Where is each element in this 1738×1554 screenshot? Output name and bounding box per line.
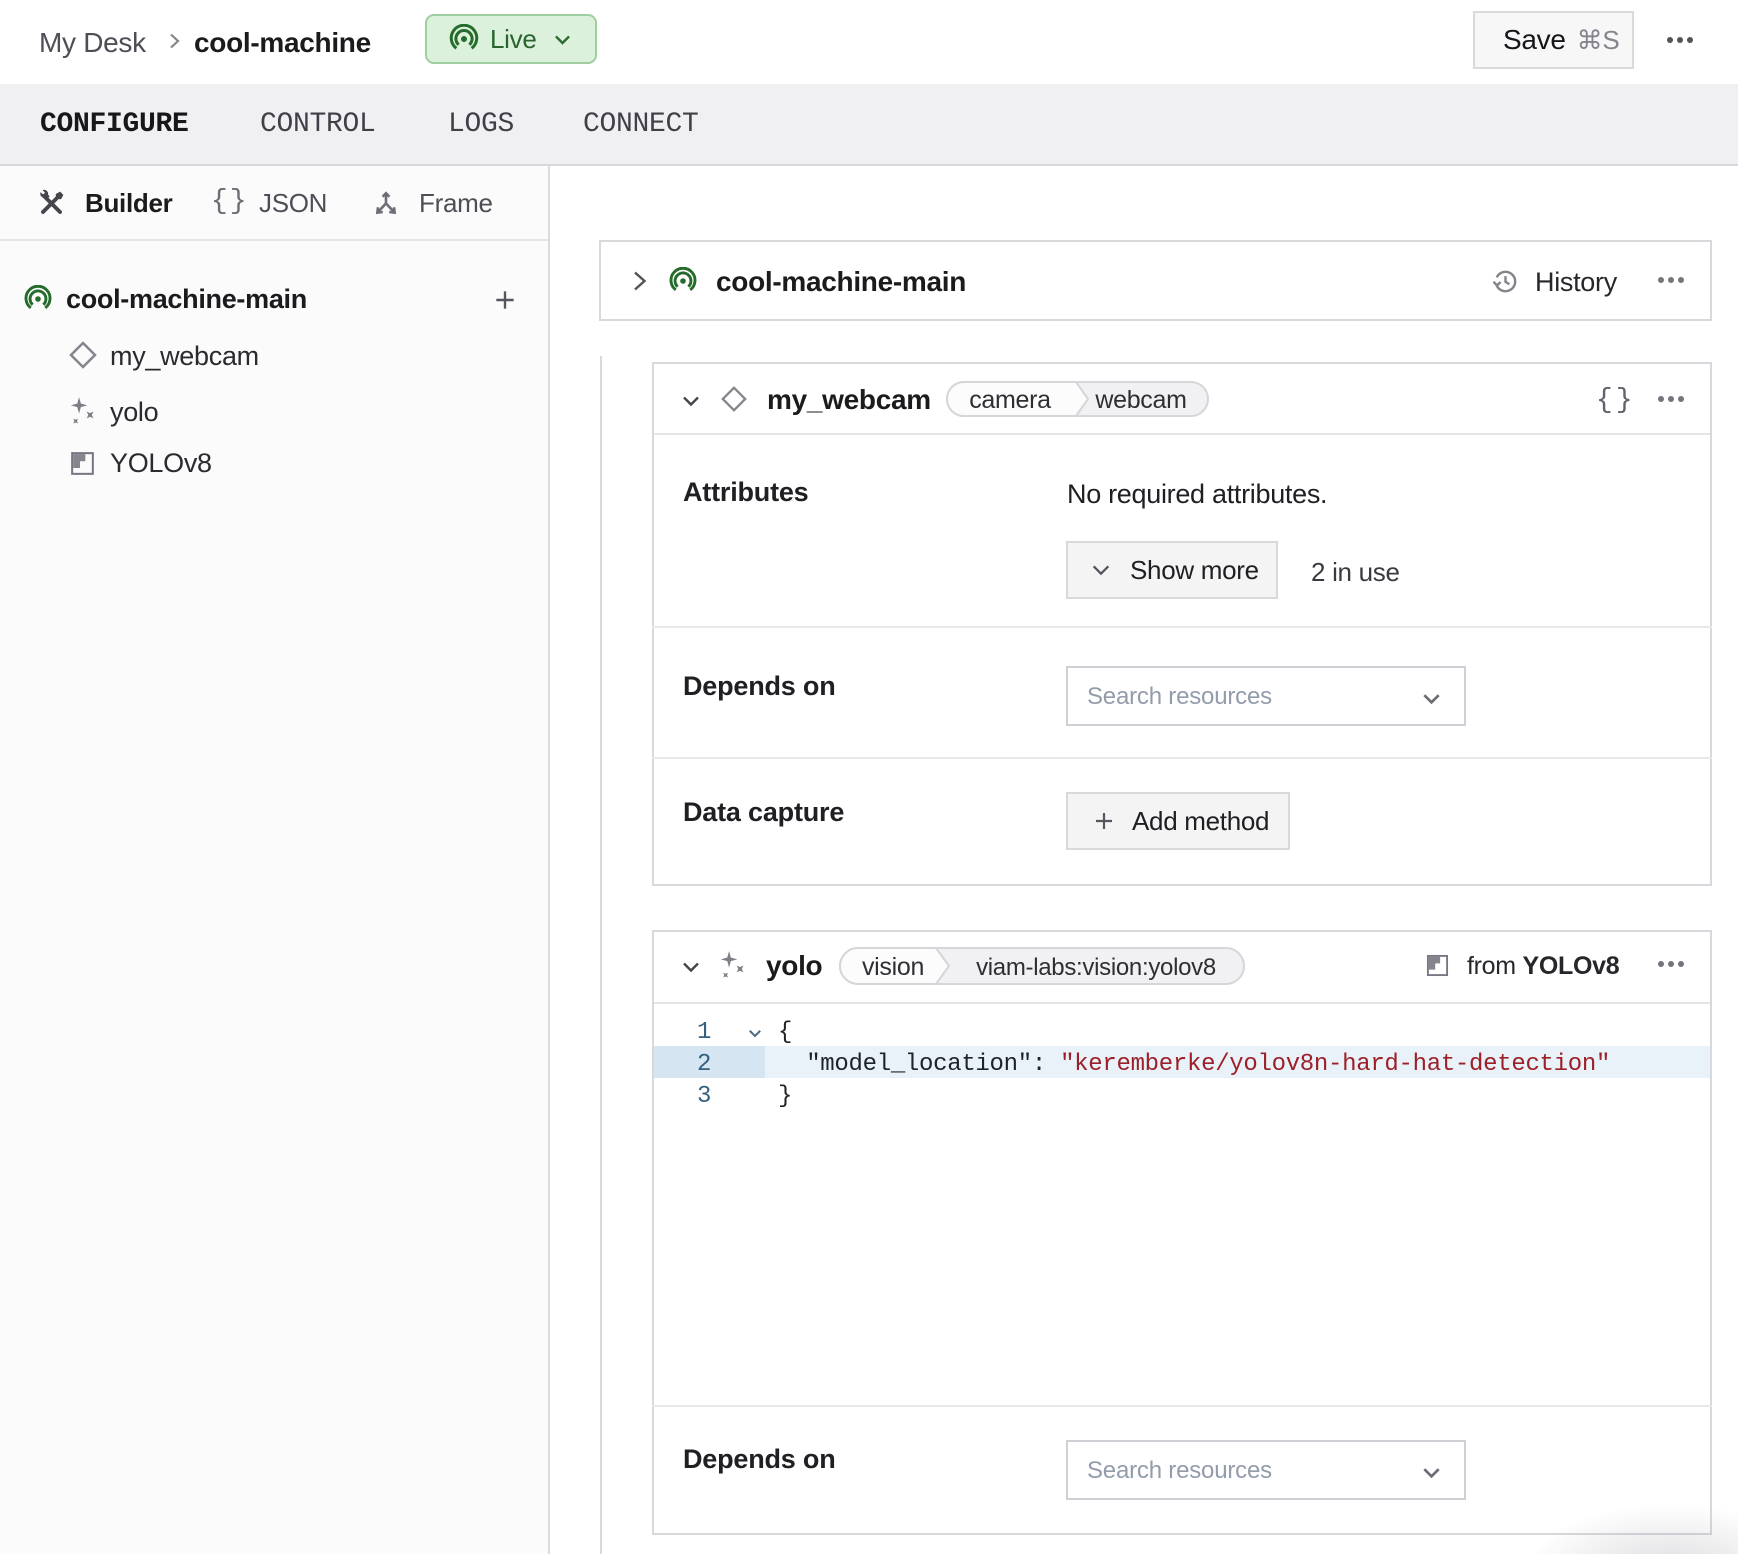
svg-text:webcam: webcam — [1094, 386, 1186, 414]
svg-text:vision: vision — [862, 953, 924, 981]
svg-text:camera: camera — [969, 386, 1051, 414]
svg-text:viam-labs:vision:yolov8: viam-labs:vision:yolov8 — [976, 954, 1216, 981]
